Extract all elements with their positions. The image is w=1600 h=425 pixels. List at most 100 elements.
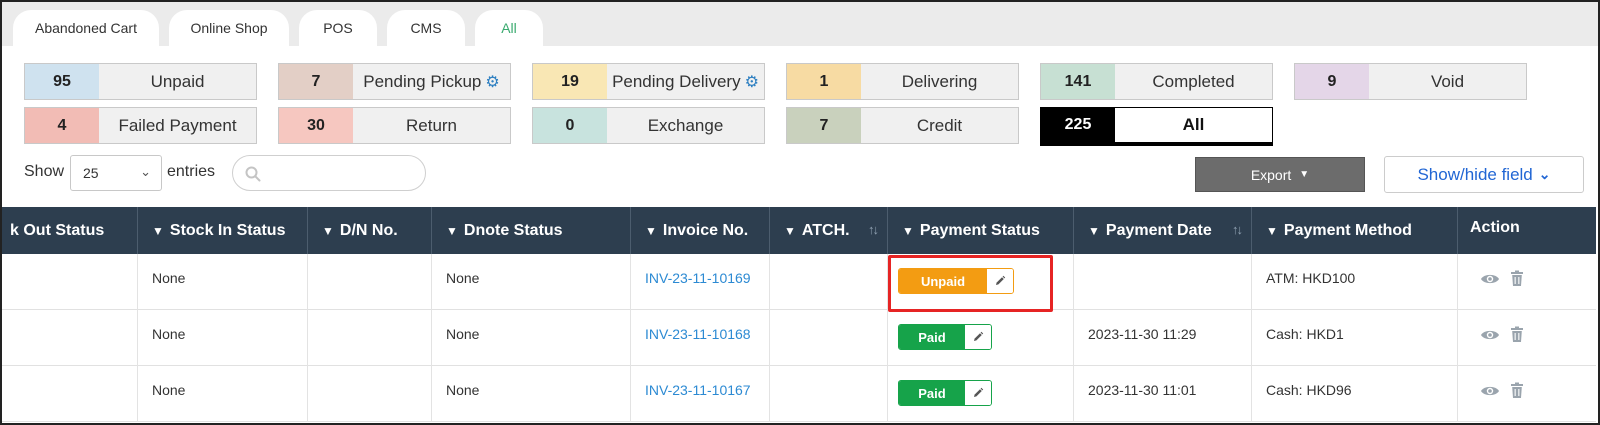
column-header-stock-out-status[interactable]: k Out Status: [2, 207, 138, 254]
cell-action: [1458, 310, 1596, 366]
status-count: 30: [279, 108, 353, 143]
invoice-link[interactable]: INV-23-11-10169: [645, 270, 751, 286]
column-header-payment-date[interactable]: ▼ Payment Date ↑↓: [1074, 207, 1252, 254]
payment-status-toggle[interactable]: Paid: [898, 324, 992, 350]
pencil-icon[interactable]: [987, 269, 1013, 293]
tab-all[interactable]: All: [475, 10, 543, 46]
cell-dnote-status: None: [432, 366, 631, 422]
status-label: All: [1182, 115, 1205, 134]
cell-payment-method: ATM: HKD100: [1252, 254, 1458, 310]
status-count: 95: [25, 64, 99, 99]
cell-atch: [770, 254, 888, 310]
status-count: 7: [787, 108, 861, 143]
status-card-failed-payment[interactable]: 4 Failed Payment: [24, 107, 257, 144]
cell-atch: [770, 310, 888, 366]
tab-abandoned-cart[interactable]: Abandoned Cart: [13, 10, 159, 46]
trash-icon[interactable]: [1510, 326, 1524, 346]
cell-payment-status: Paid: [888, 366, 1074, 422]
status-card-delivering[interactable]: 1 Delivering: [786, 63, 1019, 100]
status-count: 1: [787, 64, 861, 99]
status-count: 225: [1041, 108, 1115, 142]
column-header-stock-in-status[interactable]: ▼ Stock In Status: [138, 207, 308, 254]
pencil-icon[interactable]: [965, 381, 991, 405]
filter-icon[interactable]: ▼: [1266, 224, 1278, 238]
status-label: Completed: [1152, 71, 1235, 91]
status-card-return[interactable]: 30 Return: [278, 107, 511, 144]
payment-status-toggle[interactable]: Unpaid: [898, 268, 1014, 294]
status-label: Failed Payment: [118, 115, 237, 135]
status-card-pending-delivery[interactable]: 19 Pending Delivery ⚙: [532, 63, 765, 100]
status-card-credit[interactable]: 7 Credit: [786, 107, 1019, 144]
pencil-icon[interactable]: [965, 325, 991, 349]
cell-action: [1458, 254, 1596, 310]
tab-cms[interactable]: CMS: [387, 10, 465, 46]
status-card-all[interactable]: 225 All: [1040, 107, 1273, 146]
status-card-exchange[interactable]: 0 Exchange: [532, 107, 765, 144]
status-count: 7: [279, 64, 353, 99]
export-button[interactable]: Export ▼: [1195, 157, 1365, 192]
cell-dn-no: [308, 366, 432, 422]
search-input[interactable]: [267, 162, 417, 184]
filter-icon[interactable]: ▼: [1088, 224, 1100, 238]
cell-payment-status: Unpaid: [888, 254, 1074, 310]
status-count: 141: [1041, 64, 1115, 99]
caret-down-icon: ▼: [1299, 169, 1310, 180]
cell-invoice-no: INV-23-11-10168: [631, 310, 770, 366]
cell-stock-out-status: [2, 366, 138, 422]
eye-icon[interactable]: [1480, 272, 1500, 289]
payment-status-toggle[interactable]: Paid: [898, 380, 992, 406]
export-label: Export: [1250, 166, 1292, 183]
trash-icon[interactable]: [1510, 270, 1524, 290]
column-header-payment-method[interactable]: ▼ Payment Method: [1252, 207, 1458, 254]
filter-icon[interactable]: ▼: [902, 224, 914, 238]
status-label: Void: [1430, 71, 1465, 91]
payment-status-badge: Paid: [899, 325, 965, 349]
payment-status-badge: Paid: [899, 381, 965, 405]
status-card-unpaid[interactable]: 95 Unpaid: [24, 63, 257, 100]
status-card-completed[interactable]: 141 Completed: [1040, 63, 1273, 100]
filter-icon[interactable]: ▼: [322, 224, 334, 238]
filter-icon[interactable]: ▼: [446, 224, 458, 238]
show-hide-field-button[interactable]: Show/hide field ⌄: [1384, 156, 1584, 193]
column-header-action: Action: [1470, 219, 1520, 236]
show-hide-label: Show/hide field: [1417, 164, 1533, 184]
tab-pos[interactable]: POS: [299, 10, 377, 46]
cell-dn-no: [308, 310, 432, 366]
show-label: Show: [24, 163, 65, 180]
table-row: None None INV-23-11-10168 Paid 2023-11-3…: [2, 310, 1596, 366]
cell-action: [1458, 366, 1596, 422]
cell-stock-in-status: None: [138, 310, 308, 366]
status-count: 0: [533, 108, 607, 143]
column-header-atch[interactable]: ▼ ATCH. ↑↓: [770, 207, 888, 254]
table-row: None None INV-23-11-10169 Unpaid ATM: HK…: [2, 254, 1596, 310]
sort-icon[interactable]: ↑↓: [868, 222, 879, 237]
sort-icon[interactable]: ↑↓: [1232, 222, 1243, 237]
payment-status-badge: Unpaid: [899, 269, 987, 293]
column-header-dn-no[interactable]: ▼ D/N No.: [308, 207, 432, 254]
invoice-link[interactable]: INV-23-11-10167: [645, 382, 751, 398]
eye-icon[interactable]: [1480, 328, 1500, 345]
trash-icon[interactable]: [1510, 382, 1524, 402]
column-header-dnote-status[interactable]: ▼ Dnote Status: [432, 207, 631, 254]
eye-icon[interactable]: [1480, 384, 1500, 401]
status-card-void[interactable]: 9 Void: [1294, 63, 1527, 100]
status-label: Credit: [916, 115, 963, 135]
status-label: Delivering: [901, 71, 978, 91]
filter-icon[interactable]: ▼: [784, 224, 796, 238]
cell-dnote-status: None: [432, 254, 631, 310]
filter-icon[interactable]: ▼: [152, 224, 164, 238]
column-header-invoice-no[interactable]: ▼ Invoice No.: [631, 207, 770, 254]
cell-payment-date: 2023-11-30 11:29: [1074, 310, 1252, 366]
cell-payment-date: [1074, 254, 1252, 310]
status-card-pending-pickup[interactable]: 7 Pending Pickup ⚙: [278, 63, 511, 100]
invoice-link[interactable]: INV-23-11-10168: [645, 326, 751, 342]
chevron-down-icon: ⌄: [1538, 166, 1551, 182]
gear-icon[interactable]: ⚙: [745, 72, 759, 92]
column-header-payment-status[interactable]: ▼ Payment Status: [888, 207, 1074, 254]
entries-value: 25: [83, 165, 99, 181]
tab-online-shop[interactable]: Online Shop: [169, 10, 289, 46]
entries-label: entries: [167, 163, 216, 180]
entries-select[interactable]: 25 ⌄: [70, 155, 162, 191]
gear-icon[interactable]: ⚙: [485, 72, 499, 92]
filter-icon[interactable]: ▼: [645, 224, 657, 238]
